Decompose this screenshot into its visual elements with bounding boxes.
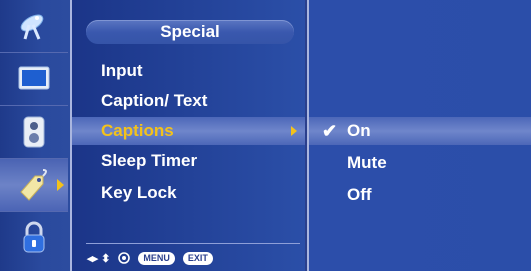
menu-item-label: Caption/ Text bbox=[101, 91, 208, 110]
submenu-panel: ✔ On Mute Off bbox=[307, 0, 531, 271]
menu-title: Special bbox=[86, 20, 294, 44]
selected-category-arrow-icon bbox=[57, 179, 64, 191]
main-menu-panel: Special Input Caption/ Text Captions Sle… bbox=[72, 0, 305, 271]
arrow-keys-icon: ◂▸ ⬍ bbox=[87, 252, 111, 265]
menu-item-sleep-timer[interactable]: Sleep Timer bbox=[72, 147, 305, 175]
menu-item-input[interactable]: Input bbox=[72, 57, 305, 85]
menu-item-key-lock[interactable]: Key Lock bbox=[72, 179, 305, 207]
submenu-item-mute[interactable]: Mute bbox=[309, 149, 531, 177]
menu-item-caption-text[interactable]: Caption/ Text bbox=[72, 87, 305, 115]
submenu-item-off[interactable]: Off bbox=[309, 181, 531, 209]
submenu-arrow-icon bbox=[291, 126, 297, 136]
submenu-item-on[interactable]: ✔ On bbox=[309, 117, 531, 145]
satellite-icon bbox=[20, 14, 44, 40]
audio-icon bbox=[23, 116, 45, 148]
category-satellite[interactable] bbox=[0, 0, 68, 53]
checkmark-icon: ✔ bbox=[322, 121, 338, 141]
navigation-hints: ◂▸ ⬍ MENU EXIT bbox=[87, 249, 213, 267]
category-picture[interactable] bbox=[0, 53, 68, 106]
submenu-item-label: Mute bbox=[347, 153, 387, 172]
ok-circle-icon bbox=[118, 252, 131, 264]
submenu-item-label: Off bbox=[347, 185, 372, 204]
menu-divider bbox=[86, 243, 300, 244]
menu-item-captions[interactable]: Captions bbox=[72, 117, 305, 145]
menu-item-label: Key Lock bbox=[101, 183, 177, 202]
menu-item-label: Sleep Timer bbox=[101, 151, 198, 170]
menu-item-label: Captions bbox=[101, 121, 174, 140]
menu-item-label: Input bbox=[101, 61, 143, 80]
category-icon-column bbox=[0, 0, 72, 271]
lock-icon bbox=[23, 221, 45, 253]
submenu-item-label: On bbox=[347, 121, 371, 140]
exit-key-label: EXIT bbox=[182, 251, 213, 265]
menu-key-label: MENU bbox=[138, 251, 175, 265]
osd-screen: Special Input Caption/ Text Captions Sle… bbox=[0, 0, 531, 271]
picture-icon bbox=[18, 66, 50, 90]
category-special[interactable] bbox=[0, 159, 68, 212]
category-lock[interactable] bbox=[0, 212, 68, 264]
special-tag-icon bbox=[20, 169, 47, 201]
category-audio[interactable] bbox=[0, 106, 68, 159]
